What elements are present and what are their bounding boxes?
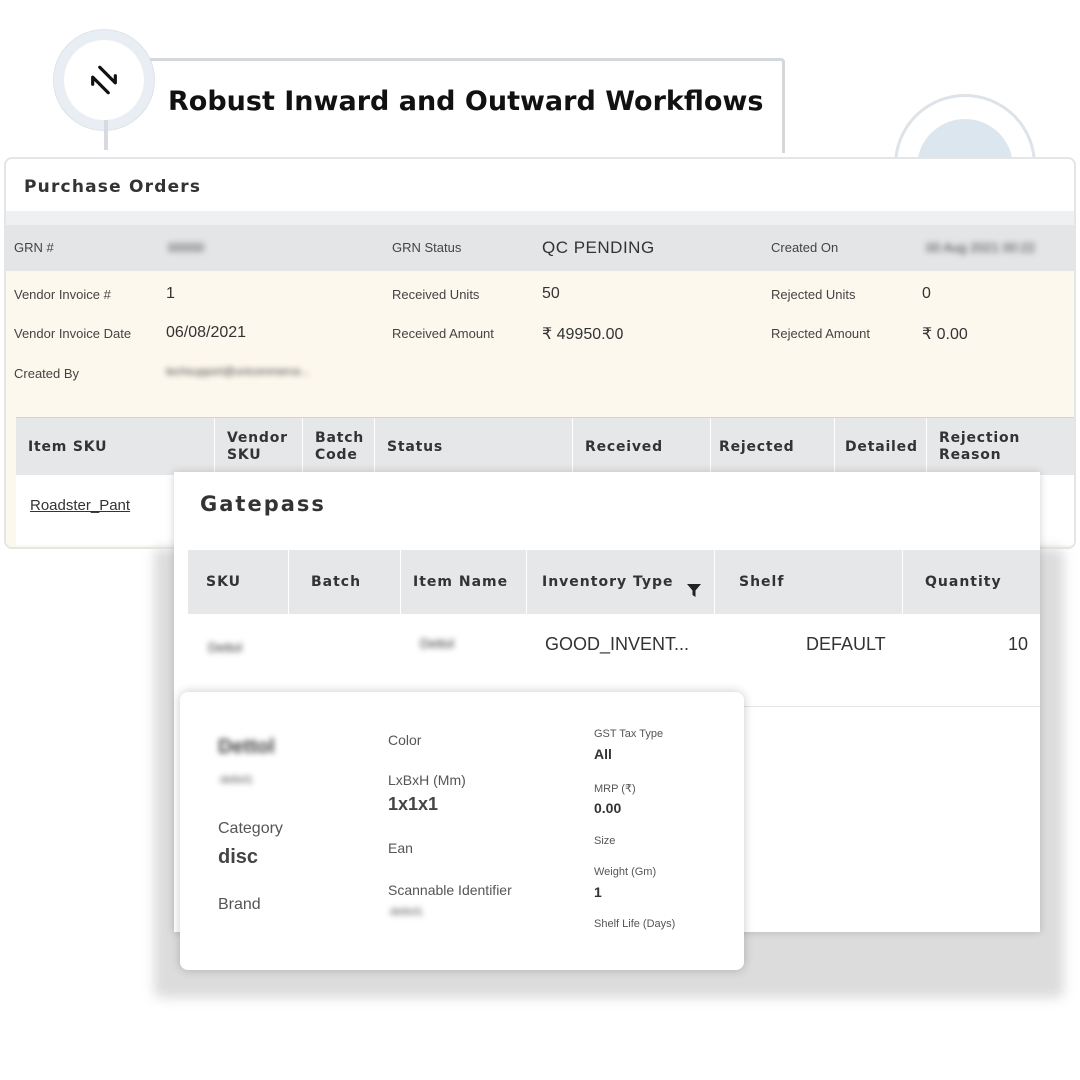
weight-value: 1: [594, 884, 602, 900]
vendor-invoice-date-value: 06/08/2021: [166, 324, 247, 341]
created-by-value: techsupport@unicommerce...: [166, 366, 310, 378]
created-on-value: 00 Aug 2021 00:22: [926, 240, 1036, 255]
dimensions-label: LxBxH (Mm): [388, 772, 466, 788]
received-amount-value: ₹ 49950.00: [542, 326, 624, 343]
col-sku[interactable]: SKU: [188, 550, 288, 614]
grn-status-label: GRN Status: [392, 240, 462, 255]
col-quantity[interactable]: Quantity: [902, 550, 1040, 614]
col-item-name[interactable]: Item Name: [400, 550, 526, 614]
col-rejected[interactable]: Rejected: [710, 418, 834, 476]
col-item-sku[interactable]: Item SKU: [16, 418, 214, 476]
shelf-life-label: Shelf Life (Days): [594, 918, 676, 930]
filter-icon[interactable]: [687, 584, 701, 598]
rejected-units-label: Rejected Units: [771, 287, 856, 302]
headline: Robust Inward and Outward Workflows: [168, 86, 764, 117]
category-value: disc: [218, 846, 259, 868]
refresh-cycle-icon: [91, 65, 117, 95]
gst-tax-type-label: GST Tax Type: [594, 728, 664, 740]
gatepass-table-header: SKU Batch Item Name Inventory Type Shelf…: [188, 550, 1040, 614]
quantity-cell: 10: [1008, 634, 1029, 654]
col-received[interactable]: Received: [572, 418, 710, 476]
shelf-cell: DEFAULT: [806, 634, 886, 654]
mrp-value: 0.00: [594, 800, 622, 816]
received-units-label: Received Units: [392, 287, 480, 302]
vendor-invoice-value: 1: [166, 285, 175, 302]
col-rejection-reason[interactable]: Rejection Reason: [926, 418, 1074, 476]
grn-label: GRN #: [14, 240, 54, 255]
item-sku-link[interactable]: Roadster_Pant: [30, 497, 130, 514]
mrp-label: MRP (₹): [594, 783, 636, 795]
col-inventory-type-label: Inventory Type: [542, 574, 674, 590]
scannable-identifier-value: dettol1: [390, 906, 424, 918]
size-label: Size: [594, 835, 616, 847]
received-amount-label: Received Amount: [392, 326, 494, 341]
item-code: dettol1: [220, 774, 254, 786]
item-name: Dettol: [218, 736, 275, 758]
rejected-amount-label: Rejected Amount: [771, 326, 871, 341]
weight-label: Weight (Gm): [594, 866, 657, 878]
col-inventory-type[interactable]: Inventory Type: [526, 550, 714, 614]
scannable-identifier-label: Scannable Identifier: [388, 882, 512, 898]
sku-cell: Dettol: [208, 640, 242, 655]
dimensions-value: 1x1x1: [388, 794, 439, 814]
inventory-type-cell: GOOD_INVENT...: [545, 634, 690, 654]
rejected-amount-value: ₹ 0.00: [922, 326, 968, 343]
panel-title: Purchase Orders: [24, 177, 202, 197]
received-units-value: 50: [542, 285, 560, 302]
color-label: Color: [388, 732, 422, 748]
rejected-units-value: 0: [922, 285, 931, 302]
po-table-header: Item SKU Vendor SKU Batch Code Status Re…: [16, 417, 1074, 476]
panel-title: Gatepass: [200, 492, 326, 516]
grn-summary-row: GRN # 00000 GRN Status QC PENDING Create…: [6, 225, 1074, 271]
badge-connector: [104, 120, 108, 150]
col-batch-code[interactable]: Batch Code: [302, 418, 374, 476]
col-vendor-sku[interactable]: Vendor SKU: [214, 418, 302, 476]
category-label: Category: [218, 820, 283, 837]
gst-tax-type-value: All: [594, 746, 612, 762]
item-name-cell: Dettol: [420, 636, 454, 651]
ean-label: Ean: [388, 840, 413, 856]
grn-value: 00000: [168, 240, 205, 255]
grn-status-value: QC PENDING: [542, 238, 655, 257]
created-on-label: Created On: [771, 240, 839, 255]
brand-label: Brand: [218, 896, 261, 913]
col-status[interactable]: Status: [374, 418, 572, 476]
created-by-label: Created By: [14, 366, 80, 381]
vendor-invoice-date-label: Vendor Invoice Date: [14, 326, 132, 341]
col-shelf[interactable]: Shelf: [714, 550, 902, 614]
divider: [6, 211, 1074, 225]
workflow-icon-badge: [54, 30, 154, 130]
vendor-invoice-label: Vendor Invoice #: [14, 287, 111, 302]
col-detailed[interactable]: Detailed: [834, 418, 926, 476]
col-batch[interactable]: Batch: [288, 550, 400, 614]
item-detail-card: Dettol dettol1 Category disc Brand Color…: [180, 692, 744, 970]
